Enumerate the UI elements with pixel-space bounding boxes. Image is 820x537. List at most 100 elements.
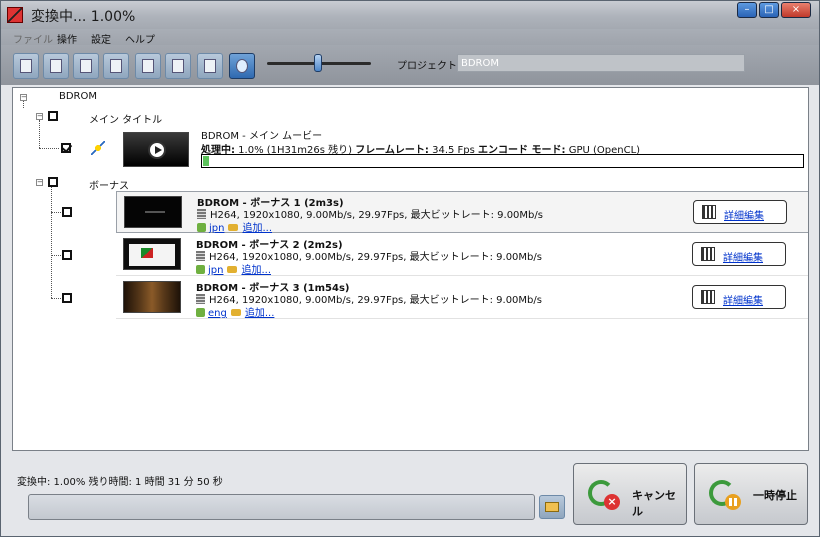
bonus-3-add-subtitle-link[interactable]: 追加... xyxy=(245,308,275,319)
main-group-collapse-toggle[interactable]: − xyxy=(36,113,43,120)
bonus-row-2[interactable]: BDROM - ボーナス 2 (2m2s) H264, 1920x1080, 9… xyxy=(116,234,808,276)
subtitle-icon xyxy=(230,309,241,316)
menu-help[interactable]: ヘルプ xyxy=(125,31,155,46)
bonus-1-advanced-edit-button[interactable]: 詳細編集 xyxy=(693,200,787,224)
preview-button[interactable] xyxy=(229,53,255,79)
bonus-2-advanced-edit-button[interactable]: 詳細編集 xyxy=(692,242,786,266)
bonus-3-advanced-edit-button[interactable]: 詳細編集 xyxy=(692,285,786,309)
subtitle-icon xyxy=(228,224,239,231)
bonus-2-audio-link[interactable]: jpn xyxy=(208,265,223,276)
maximize-button[interactable]: □ xyxy=(759,2,779,18)
tree-root-label: BDROM xyxy=(59,91,98,102)
bonus-1-edit-label: 詳細編集 xyxy=(724,211,764,222)
tree-connector xyxy=(39,120,40,148)
title-bar: 変換中... 1.00% – □ × xyxy=(1,1,819,29)
bonus-3-tracks: eng 追加... xyxy=(196,304,274,319)
processing-icon xyxy=(91,141,105,155)
bonus-1-thumbnail[interactable] xyxy=(124,196,182,228)
merge-button[interactable] xyxy=(197,53,223,79)
bonus-group-collapse-toggle[interactable]: − xyxy=(36,179,43,186)
app-logo-icon xyxy=(7,7,23,23)
edit-video-icon xyxy=(702,205,716,219)
main-movie-title: BDROM - メイン ムービー xyxy=(201,131,323,142)
project-name-input[interactable] xyxy=(457,54,745,72)
cancel-badge-icon: × xyxy=(604,494,620,510)
app-window: 変換中... 1.00% – □ × ファイル 操作 設定 ヘルプ プロジェクト… xyxy=(0,0,820,537)
bonus-3-thumbnail[interactable] xyxy=(123,281,181,313)
load-disc-button[interactable] xyxy=(13,53,39,79)
pause-button[interactable]: 一時停止 xyxy=(694,463,808,525)
main-movie-checkbox[interactable] xyxy=(61,143,71,153)
tree-connector xyxy=(23,101,24,108)
output-profile-button[interactable] xyxy=(165,53,191,79)
menu-settings[interactable]: 設定 xyxy=(91,31,111,46)
bonus-3-checkbox[interactable] xyxy=(62,293,72,303)
menu-bar: ファイル 操作 設定 ヘルプ xyxy=(1,29,819,46)
title-tree-panel: − BDROM − メイン タイトル BDROM - メイン ムービー 処理中:… xyxy=(12,87,809,451)
subtitle-icon xyxy=(227,266,238,273)
merge-icon xyxy=(204,59,216,73)
bonus-3-audio-link[interactable]: eng xyxy=(208,308,227,319)
edit-video-icon xyxy=(701,247,715,261)
film-icon xyxy=(196,294,205,304)
load-folder-button[interactable] xyxy=(73,53,99,79)
window-title: 変換中... 1.00% xyxy=(31,9,136,25)
cancel-button[interactable]: × キャンセル xyxy=(573,463,687,525)
main-group-label: メイン タイトル xyxy=(89,115,163,126)
minimize-button[interactable]: – xyxy=(737,2,757,18)
tree-connector xyxy=(51,298,61,299)
pause-label: 一時停止 xyxy=(753,489,797,502)
bonus-2-checkbox[interactable] xyxy=(62,250,72,260)
pause-badge-icon xyxy=(725,494,741,510)
main-group-checkbox[interactable] xyxy=(48,111,58,121)
close-button[interactable]: × xyxy=(781,2,811,18)
bonus-2-thumbnail[interactable] xyxy=(123,238,181,270)
open-output-folder-button[interactable] xyxy=(539,495,565,519)
film-icon xyxy=(196,251,205,261)
bonus-3-edit-label: 詳細編集 xyxy=(723,296,763,307)
thumbnail-frame xyxy=(129,244,175,266)
audio-track-icon xyxy=(196,308,205,317)
bonus-1-add-subtitle-link[interactable]: 追加... xyxy=(242,223,272,234)
tree-connector xyxy=(51,255,61,256)
main-movie-progress-fill xyxy=(203,156,209,166)
bonus-1-tracks: jpn 追加... xyxy=(197,219,272,234)
bonus-group-checkbox[interactable] xyxy=(48,177,58,187)
bonus-row-1[interactable]: BDROM - ボーナス 1 (2m3s) H264, 1920x1080, 9… xyxy=(116,191,808,234)
main-movie-progress-bar xyxy=(201,154,804,168)
preview-icon xyxy=(236,59,248,73)
conversion-status-text: 変換中: 1.00% 残り時間: 1 時間 31 分 50 秒 xyxy=(17,477,223,488)
bonus-2-tracks: jpn 追加... xyxy=(196,261,271,276)
cancel-icon: × xyxy=(584,474,624,514)
main-movie-thumbnail[interactable] xyxy=(123,132,189,167)
folder-icon xyxy=(545,502,559,512)
tree-connector xyxy=(51,187,52,298)
bonus-2-edit-label: 詳細編集 xyxy=(723,253,763,264)
menu-file[interactable]: ファイル xyxy=(13,31,53,46)
load-iso-button[interactable] xyxy=(43,53,69,79)
edit-video-icon xyxy=(701,290,715,304)
audio-track-icon xyxy=(196,265,205,274)
bonus-1-audio-link[interactable]: jpn xyxy=(209,223,224,234)
load-disc-icon xyxy=(20,59,32,73)
bonus-group-label: ボーナス xyxy=(89,181,129,192)
play-icon[interactable] xyxy=(148,141,166,159)
add-video-icon xyxy=(110,59,122,73)
pause-icon xyxy=(705,474,745,514)
audio-track-icon xyxy=(197,223,206,232)
zoom-slider-thumb[interactable] xyxy=(314,54,322,72)
cancel-label: キャンセル xyxy=(632,489,676,518)
tree-connector xyxy=(51,212,61,213)
menu-operation[interactable]: 操作 xyxy=(57,31,77,46)
tree-connector xyxy=(39,148,59,149)
bonus-1-checkbox[interactable] xyxy=(62,207,72,217)
output-profile-icon xyxy=(172,59,184,73)
root-collapse-toggle[interactable]: − xyxy=(20,94,27,101)
output-path-field[interactable] xyxy=(28,494,535,520)
bonus-row-3[interactable]: BDROM - ボーナス 3 (1m54s) H264, 1920x1080, … xyxy=(116,277,808,319)
remove-icon xyxy=(142,59,154,73)
bonus-2-add-subtitle-link[interactable]: 追加... xyxy=(241,265,271,276)
load-iso-icon xyxy=(50,59,62,73)
add-video-button[interactable] xyxy=(103,53,129,79)
remove-button[interactable] xyxy=(135,53,161,79)
